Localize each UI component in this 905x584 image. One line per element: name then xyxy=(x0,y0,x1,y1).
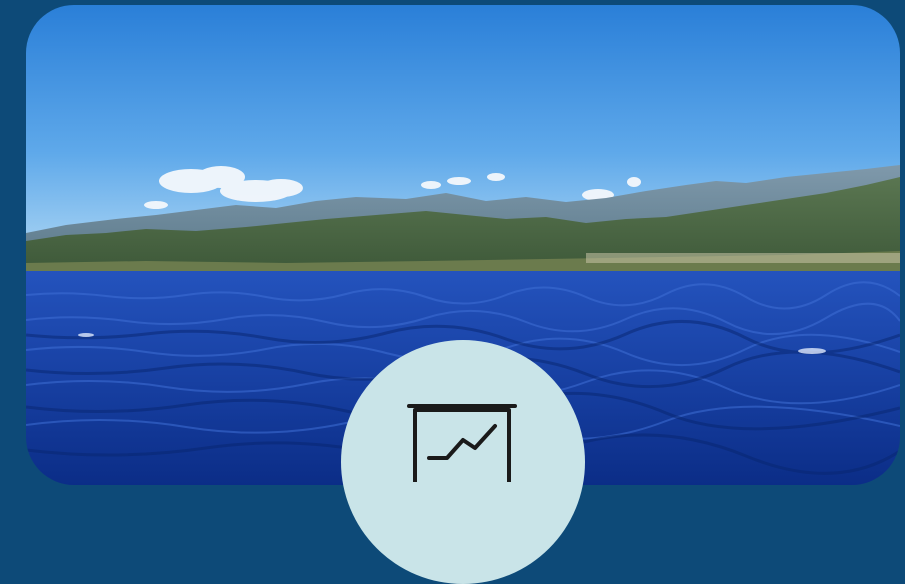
page-background xyxy=(0,0,905,584)
presentation-chart-icon xyxy=(407,404,517,482)
shore-buildings xyxy=(586,253,900,263)
presentation-icon-badge xyxy=(341,340,585,584)
